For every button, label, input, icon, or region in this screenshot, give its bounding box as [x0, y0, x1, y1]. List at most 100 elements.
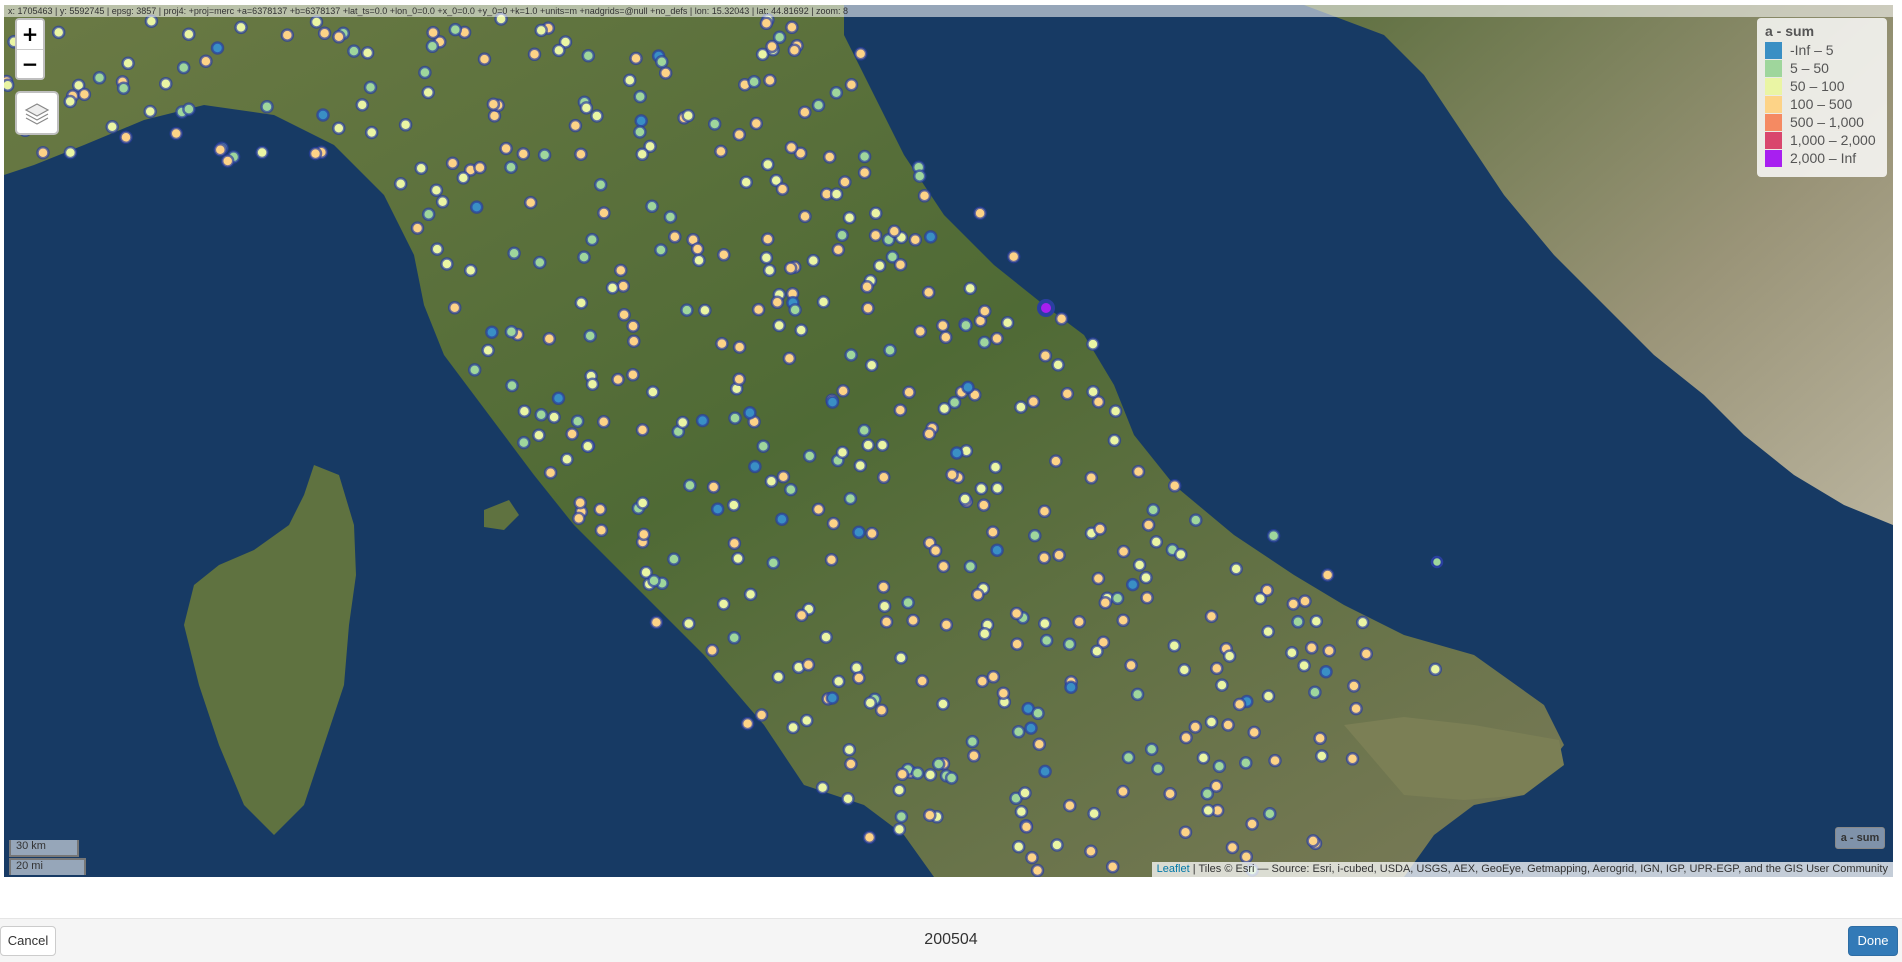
map-marker[interactable]	[1167, 638, 1182, 653]
map-marker[interactable]	[505, 378, 519, 393]
map-marker[interactable]	[759, 250, 774, 265]
zoom-out-button[interactable]: −	[17, 50, 43, 78]
map-marker[interactable]	[1125, 577, 1140, 592]
map-marker[interactable]	[974, 481, 989, 496]
map-marker[interactable]	[794, 323, 808, 337]
map-marker[interactable]	[572, 511, 586, 526]
map-marker[interactable]	[360, 46, 375, 60]
map-marker[interactable]	[421, 85, 435, 100]
map-marker[interactable]	[923, 768, 938, 782]
map-marker[interactable]	[1063, 798, 1077, 813]
map-marker[interactable]	[844, 757, 858, 771]
map-marker[interactable]	[1315, 749, 1329, 763]
map-marker[interactable]	[121, 56, 135, 71]
map-marker[interactable]	[937, 401, 952, 416]
map-marker[interactable]	[996, 686, 1011, 700]
map-marker[interactable]	[51, 25, 66, 40]
map-marker[interactable]	[695, 413, 710, 428]
map-marker[interactable]	[364, 125, 379, 140]
map-marker[interactable]	[950, 446, 964, 460]
map-marker[interactable]	[1116, 784, 1130, 799]
map-marker[interactable]	[841, 791, 855, 806]
map-marker[interactable]	[1087, 806, 1101, 821]
map-marker[interactable]	[1313, 731, 1327, 746]
map-marker[interactable]	[776, 469, 791, 484]
map-marker[interactable]	[829, 187, 844, 201]
map-marker[interactable]	[986, 525, 1000, 539]
map-marker[interactable]	[939, 618, 954, 632]
layer-toggle[interactable]: a - sum	[1835, 827, 1885, 849]
map-marker[interactable]	[1144, 742, 1159, 756]
map-marker[interactable]	[861, 438, 875, 452]
map-marker[interactable]	[448, 22, 463, 37]
map-marker[interactable]	[1105, 859, 1120, 874]
map-marker[interactable]	[883, 343, 897, 358]
map-marker[interactable]	[447, 300, 462, 315]
done-button[interactable]: Done	[1848, 926, 1898, 956]
map-marker[interactable]	[1000, 316, 1015, 330]
map-marker[interactable]	[825, 395, 840, 409]
map-marker[interactable]	[906, 613, 920, 628]
map-marker[interactable]	[1297, 658, 1311, 673]
map-marker[interactable]	[668, 230, 682, 244]
map-marker[interactable]	[590, 109, 604, 123]
map-marker[interactable]	[1139, 570, 1153, 585]
map-marker[interactable]	[1355, 615, 1370, 630]
map-marker[interactable]	[945, 467, 959, 482]
map-marker[interactable]	[574, 296, 589, 310]
map-marker[interactable]	[1308, 685, 1322, 699]
map-marker[interactable]	[928, 543, 943, 558]
map-marker[interactable]	[1024, 721, 1038, 735]
map-marker[interactable]	[749, 116, 764, 131]
map-marker[interactable]	[1025, 850, 1039, 865]
map-marker[interactable]	[63, 94, 77, 109]
map-marker[interactable]	[574, 147, 588, 161]
map-marker[interactable]	[784, 482, 798, 497]
map-marker[interactable]	[990, 331, 1004, 346]
map-marker[interactable]	[681, 108, 695, 123]
map-marker[interactable]	[908, 233, 923, 247]
map-marker[interactable]	[761, 232, 775, 246]
map-marker[interactable]	[1263, 806, 1277, 821]
map-marker[interactable]	[1285, 646, 1299, 660]
map-marker[interactable]	[1261, 689, 1276, 703]
map-marker[interactable]	[1320, 568, 1335, 582]
map-marker[interactable]	[1124, 658, 1138, 673]
map-marker[interactable]	[811, 502, 826, 517]
map-marker[interactable]	[1200, 786, 1215, 801]
map-marker[interactable]	[715, 336, 729, 351]
map-marker[interactable]	[1086, 337, 1100, 351]
map-marker[interactable]	[560, 452, 574, 467]
map-marker[interactable]	[309, 15, 324, 29]
map-marker[interactable]	[705, 643, 719, 658]
map-marker[interactable]	[426, 25, 440, 40]
map-marker[interactable]	[1140, 590, 1154, 605]
map-marker[interactable]	[1239, 849, 1254, 864]
map-marker[interactable]	[1322, 643, 1336, 658]
map-marker[interactable]	[1349, 701, 1363, 716]
map-marker[interactable]	[864, 358, 879, 372]
map-marker[interactable]	[1266, 529, 1281, 543]
map-marker[interactable]	[857, 165, 872, 180]
map-marker[interactable]	[844, 348, 858, 362]
map-marker[interactable]	[585, 232, 599, 247]
map-marker[interactable]	[782, 351, 797, 366]
map-marker[interactable]	[649, 615, 664, 630]
map-marker[interactable]	[857, 149, 872, 164]
map-marker[interactable]	[507, 246, 521, 261]
map-marker[interactable]	[1006, 249, 1021, 264]
map-marker[interactable]	[605, 281, 620, 295]
map-marker[interactable]	[936, 318, 950, 333]
map-marker[interactable]	[1010, 637, 1024, 651]
map-marker[interactable]	[785, 20, 799, 35]
map-marker[interactable]	[1032, 737, 1047, 751]
map-marker[interactable]	[825, 691, 840, 705]
map-marker[interactable]	[347, 44, 361, 58]
map-marker[interactable]	[764, 474, 779, 489]
map-marker[interactable]	[877, 599, 892, 613]
map-marker[interactable]	[1090, 644, 1104, 659]
map-marker[interactable]	[213, 143, 228, 157]
map-marker[interactable]	[1084, 844, 1098, 859]
map-marker[interactable]	[4, 78, 15, 92]
map-marker[interactable]	[593, 178, 608, 192]
